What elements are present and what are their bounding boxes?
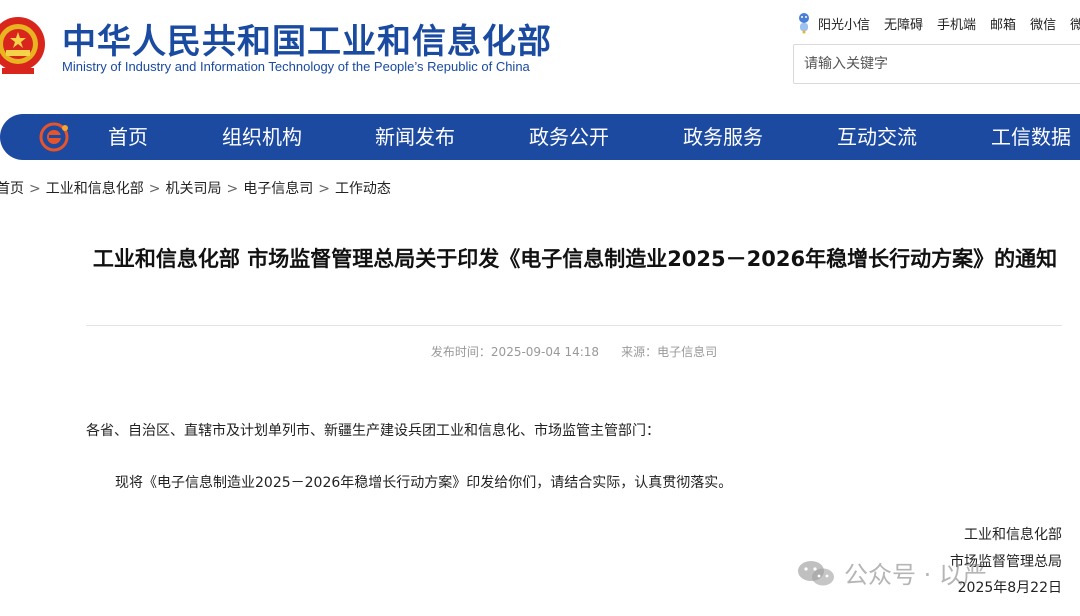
ministry-logo-icon[interactable] — [38, 122, 70, 152]
source-value: 电子信息司 — [657, 345, 718, 359]
top-link-wechat[interactable]: 微信 — [1030, 14, 1056, 33]
top-link-mobile[interactable]: 手机端 — [937, 14, 976, 33]
nav-item-home[interactable]: 首页 — [108, 114, 148, 160]
mascot-icon[interactable] — [796, 12, 812, 34]
breadcrumb-home[interactable]: 首页 — [0, 181, 24, 197]
breadcrumb-electronics-dept[interactable]: 电子信息司 — [243, 181, 313, 197]
nav-item-organization[interactable]: 组织机构 — [222, 114, 302, 160]
breadcrumb-ministry[interactable]: 工业和信息化部 — [46, 181, 144, 197]
top-link-weibo[interactable]: 微博 — [1070, 14, 1080, 33]
nav-item-affairs-public[interactable]: 政务公开 — [529, 114, 609, 160]
nav-item-affairs-service[interactable]: 政务服务 — [683, 114, 763, 160]
article-body: 现将《电子信息制造业2025－2026年稳增长行动方案》印发给你们，请结合实际，… — [115, 475, 733, 491]
watermark: 公众号 · 以严 — [796, 555, 987, 590]
article-meta: 发布时间：2025-09-04 14:18 来源：电子信息司 — [86, 343, 1062, 360]
source-label: 来源： — [621, 345, 658, 359]
top-link-sunshine[interactable]: 阳光小信 — [818, 14, 870, 33]
top-link-email[interactable]: 邮箱 — [990, 14, 1016, 33]
top-links: 阳光小信 无障碍 手机端 邮箱 微信 微博 — [796, 12, 1080, 34]
wechat-icon — [798, 560, 834, 585]
nav-item-data[interactable]: 工信数据 — [991, 114, 1071, 160]
publish-time-label: 发布时间： — [430, 345, 491, 359]
top-link-accessibility[interactable]: 无障碍 — [884, 14, 923, 33]
breadcrumb-separator: > — [226, 181, 239, 197]
title-divider — [86, 325, 1062, 326]
nav-item-news[interactable]: 新闻发布 — [375, 114, 455, 160]
breadcrumb-separator: > — [318, 181, 330, 197]
publish-time: 2025-09-04 14:18 — [490, 345, 600, 359]
site-title: 中华人民共和国工业和信息化部 — [62, 22, 552, 62]
article-title: 工业和信息化部 市场监督管理总局关于印发《电子信息制造业2025－2026年稳增… — [92, 247, 1058, 271]
national-emblem-icon — [0, 17, 45, 74]
breadcrumb-separator: > — [148, 181, 161, 197]
article-recipients: 各省、自治区、直辖市及计划单列市、新疆生产建设兵团工业和信息化、市场监管主管部门… — [86, 423, 660, 439]
breadcrumb-separator: > — [29, 181, 41, 197]
nav-item-interaction[interactable]: 互动交流 — [837, 114, 917, 160]
watermark-text: 公众号 · 以严 — [844, 561, 987, 589]
breadcrumb: 首页 > 工业和信息化部 > 机关司局 > 电子信息司 > 工作动态 — [0, 178, 391, 198]
signature-miit: 工业和信息化部 — [964, 527, 1062, 543]
main-nav: 首页 组织机构 新闻发布 政务公开 政务服务 互动交流 工信数据 — [0, 114, 1080, 160]
site-subtitle: Ministry of Industry and Information Tec… — [62, 59, 530, 74]
search-input[interactable] — [793, 44, 1080, 84]
breadcrumb-departments[interactable]: 机关司局 — [165, 181, 221, 197]
breadcrumb-work-news[interactable]: 工作动态 — [335, 181, 391, 197]
